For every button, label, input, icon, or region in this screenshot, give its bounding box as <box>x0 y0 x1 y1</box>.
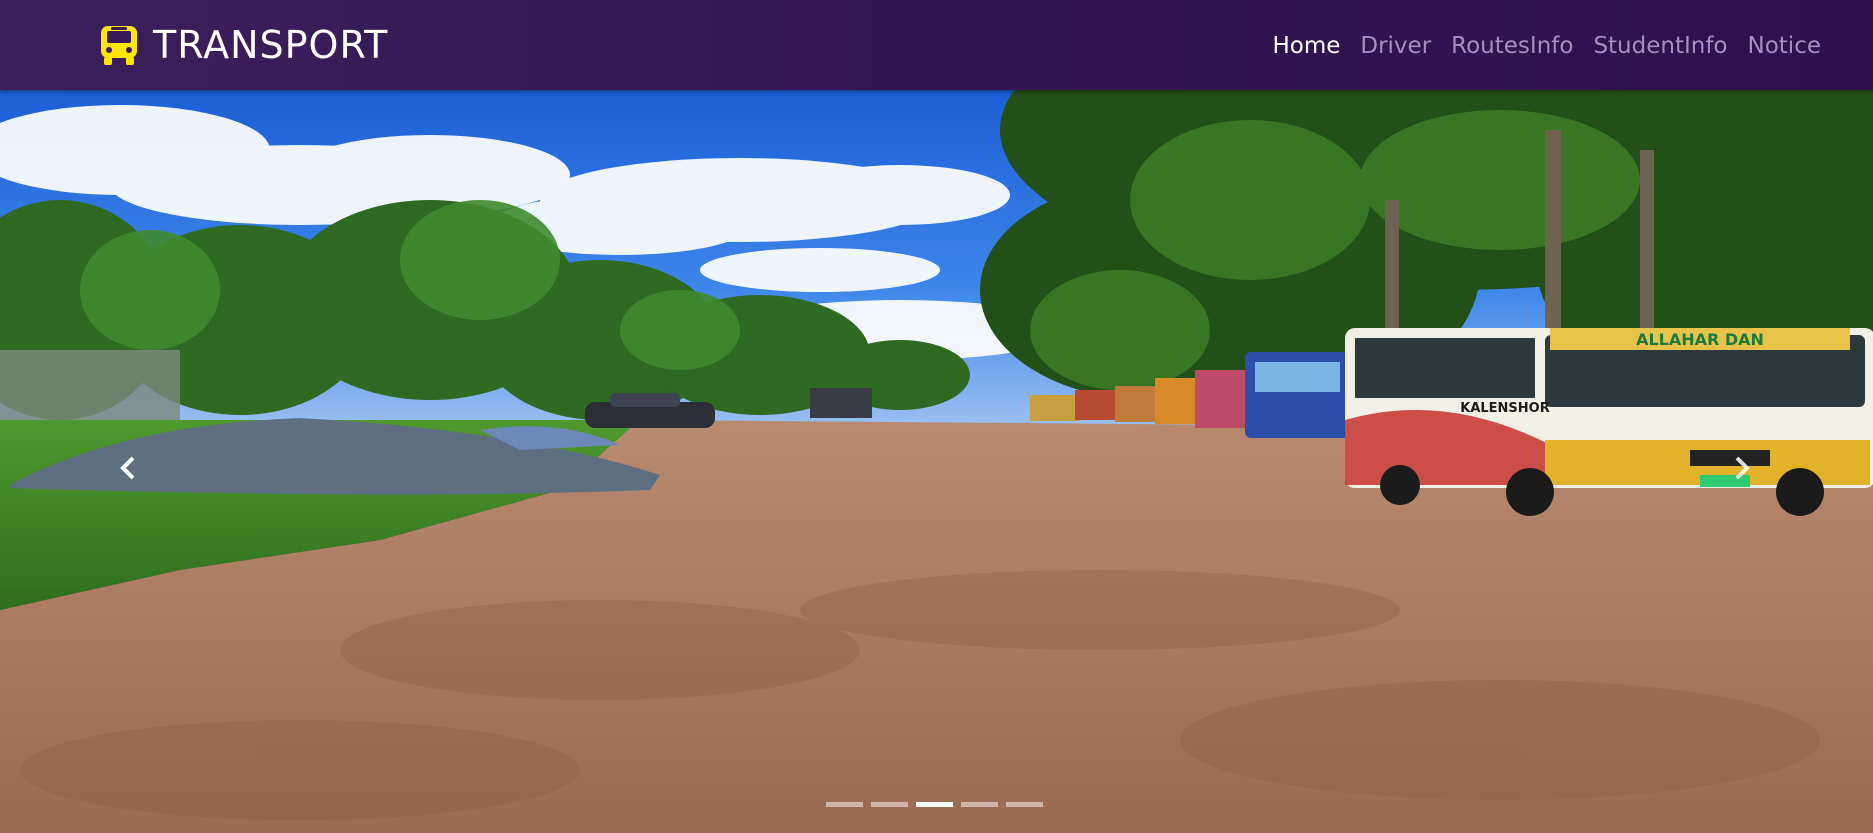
nav-link-studentinfo[interactable]: StudentInfo <box>1593 33 1727 59</box>
top-navbar: TRANSPORT Home Driver RoutesInfo Student… <box>0 0 1873 90</box>
nav-link-routesinfo[interactable]: RoutesInfo <box>1451 33 1573 59</box>
bus-figure: ALLAHAR DAN KALENSHOR <box>1345 328 1873 516</box>
carousel-indicators <box>826 802 1043 807</box>
nav-link-driver[interactable]: Driver <box>1360 33 1431 59</box>
carousel-indicator-2[interactable] <box>871 802 908 807</box>
nav-link-notice[interactable]: Notice <box>1748 33 1821 59</box>
bus-side-text: KALENSHOR <box>1460 401 1549 416</box>
carousel-indicator-4[interactable] <box>961 802 998 807</box>
carousel-indicator-1[interactable] <box>826 802 863 807</box>
brand-name: TRANSPORT <box>153 23 389 67</box>
carousel-prev-button[interactable] <box>98 440 158 500</box>
brand-logo-link[interactable]: TRANSPORT <box>99 22 388 68</box>
carousel-slide-image: ALLAHAR DAN KALENSHOR <box>0 90 1873 833</box>
chevron-right-icon <box>1731 455 1753 485</box>
hero-carousel: ALLAHAR DAN KALENSHOR <box>0 90 1873 833</box>
main-nav: Home Driver RoutesInfo StudentInfo Notic… <box>1272 28 1821 64</box>
carousel-indicator-3[interactable] <box>916 802 953 807</box>
nav-link-home[interactable]: Home <box>1272 33 1340 59</box>
bus-icon <box>99 24 139 66</box>
carousel-indicator-5[interactable] <box>1006 802 1043 807</box>
carousel-next-button[interactable] <box>1712 440 1772 500</box>
bus-signage-text: ALLAHAR DAN <box>1636 330 1764 349</box>
chevron-left-icon <box>117 455 139 485</box>
